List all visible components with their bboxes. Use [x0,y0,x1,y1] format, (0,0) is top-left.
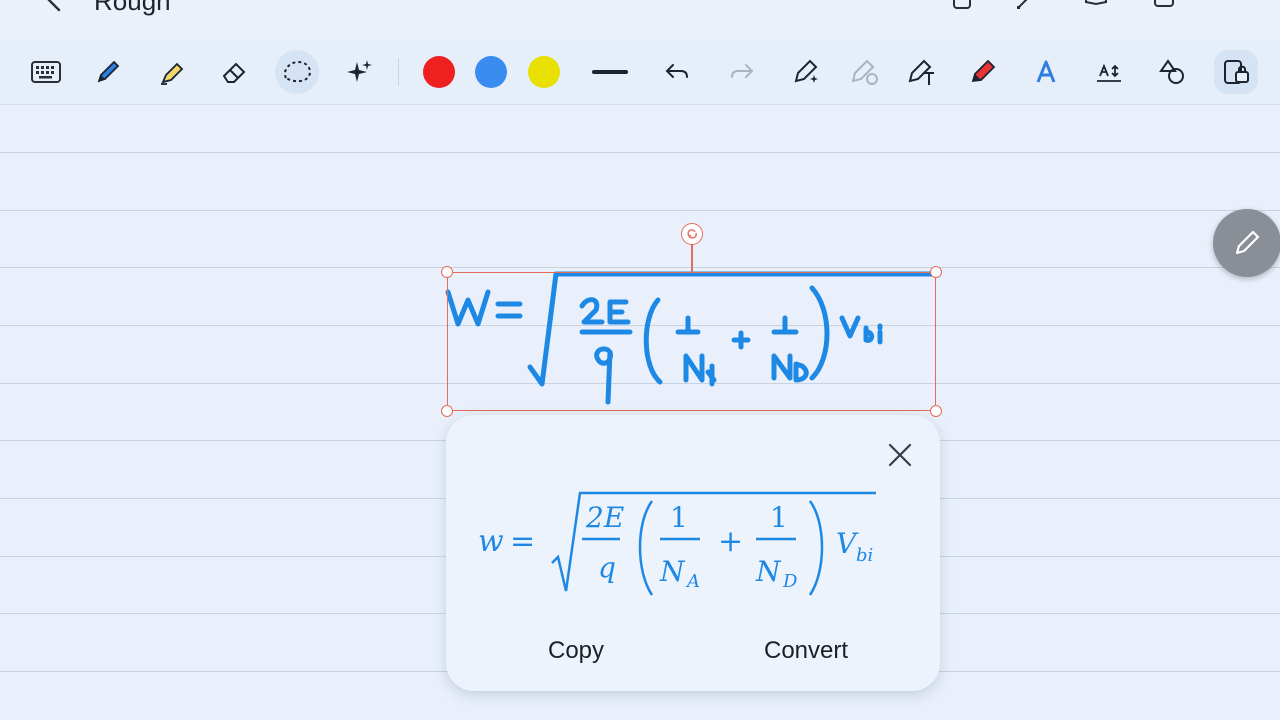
stroke-width-button[interactable] [588,50,632,94]
formula-na: N [659,555,686,588]
resize-handle-top-right[interactable] [930,266,942,278]
more-icon[interactable] [1214,0,1238,12]
formula-equals: = [510,524,535,559]
rotate-icon [687,229,697,239]
resize-handle-bottom-left[interactable] [441,405,453,417]
ruled-line [0,152,1280,153]
formula-plus: + [718,524,743,559]
copy-button[interactable]: Copy [548,637,604,665]
formula-nd: N [755,555,782,588]
formula-recognition-popup: w = 2E q 1 N A + 1 N D V bi Copy Convert [446,415,940,691]
formula-q: q [598,551,616,584]
top-bar: Rough [0,0,1280,40]
rotate-handle[interactable] [681,223,703,245]
lock-icon [1224,60,1249,84]
text-size-button[interactable] [1087,50,1131,94]
toolbar-divider [398,58,399,86]
ai-sparkle-icon [347,60,372,82]
stroke-width-icon [592,70,628,74]
color-blue-swatch[interactable] [475,56,507,88]
resize-handle-top-left[interactable] [441,266,453,278]
formula-v-sub: bi [856,545,873,566]
highlighter-icon [161,62,184,85]
red-marker-icon [971,59,996,83]
floating-pen-button[interactable] [1213,209,1280,277]
ai-assist-button[interactable] [338,50,382,94]
recognized-formula: w = 2E q 1 N A + 1 N D V bi [478,491,876,596]
audio-pen-icon [851,59,878,85]
rotate-connector [691,244,693,272]
formula-w: w [478,524,504,559]
text-size-icon [1097,63,1121,82]
resize-icon[interactable] [1014,0,1038,12]
pen-icon [97,60,120,83]
formula-nd-sub: D [782,571,798,592]
color-yellow-swatch[interactable] [528,56,560,88]
keyboard-button[interactable] [24,50,68,94]
lasso-button[interactable] [275,50,319,94]
shapes-button[interactable] [1150,50,1194,94]
undo-icon [665,64,688,78]
selection-box [447,272,936,411]
formula-na-sub: A [685,571,700,592]
shapes-icon [1159,59,1184,84]
undo-button[interactable] [655,50,699,94]
redo-button[interactable] [720,50,764,94]
close-button[interactable] [882,437,918,473]
keyboard-icon [31,61,61,83]
formula-one-a: 1 [670,501,688,534]
magic-select-icon [794,59,818,83]
page-title: Rough [94,0,171,16]
formula-2e: 2E [585,501,624,534]
page-icon[interactable] [950,0,974,12]
text-pen-icon [908,59,934,85]
lasso-icon [284,60,311,83]
lock-button[interactable] [1214,50,1258,94]
audio-pen-button[interactable] [843,50,887,94]
resize-handle-bottom-right[interactable] [930,405,942,417]
convert-button[interactable]: Convert [764,637,848,665]
pencil-icon [1235,230,1260,255]
formula-one-d: 1 [770,501,788,534]
text-style-icon [1036,60,1056,83]
redo-icon [731,64,754,78]
share-icon[interactable] [1152,0,1176,12]
text-pen-button[interactable] [900,50,944,94]
marker-button[interactable] [961,50,1005,94]
text-style-button[interactable] [1024,50,1068,94]
highlighter-button[interactable] [150,50,194,94]
pen-button[interactable] [86,50,130,94]
back-arrow-icon[interactable] [44,0,68,12]
eraser-button[interactable] [212,50,256,94]
magic-select-button[interactable] [786,50,830,94]
book-icon[interactable] [1084,0,1108,12]
ruled-line [0,210,1280,211]
eraser-icon [222,62,246,83]
close-icon [888,443,912,467]
color-red-swatch[interactable] [423,56,455,88]
